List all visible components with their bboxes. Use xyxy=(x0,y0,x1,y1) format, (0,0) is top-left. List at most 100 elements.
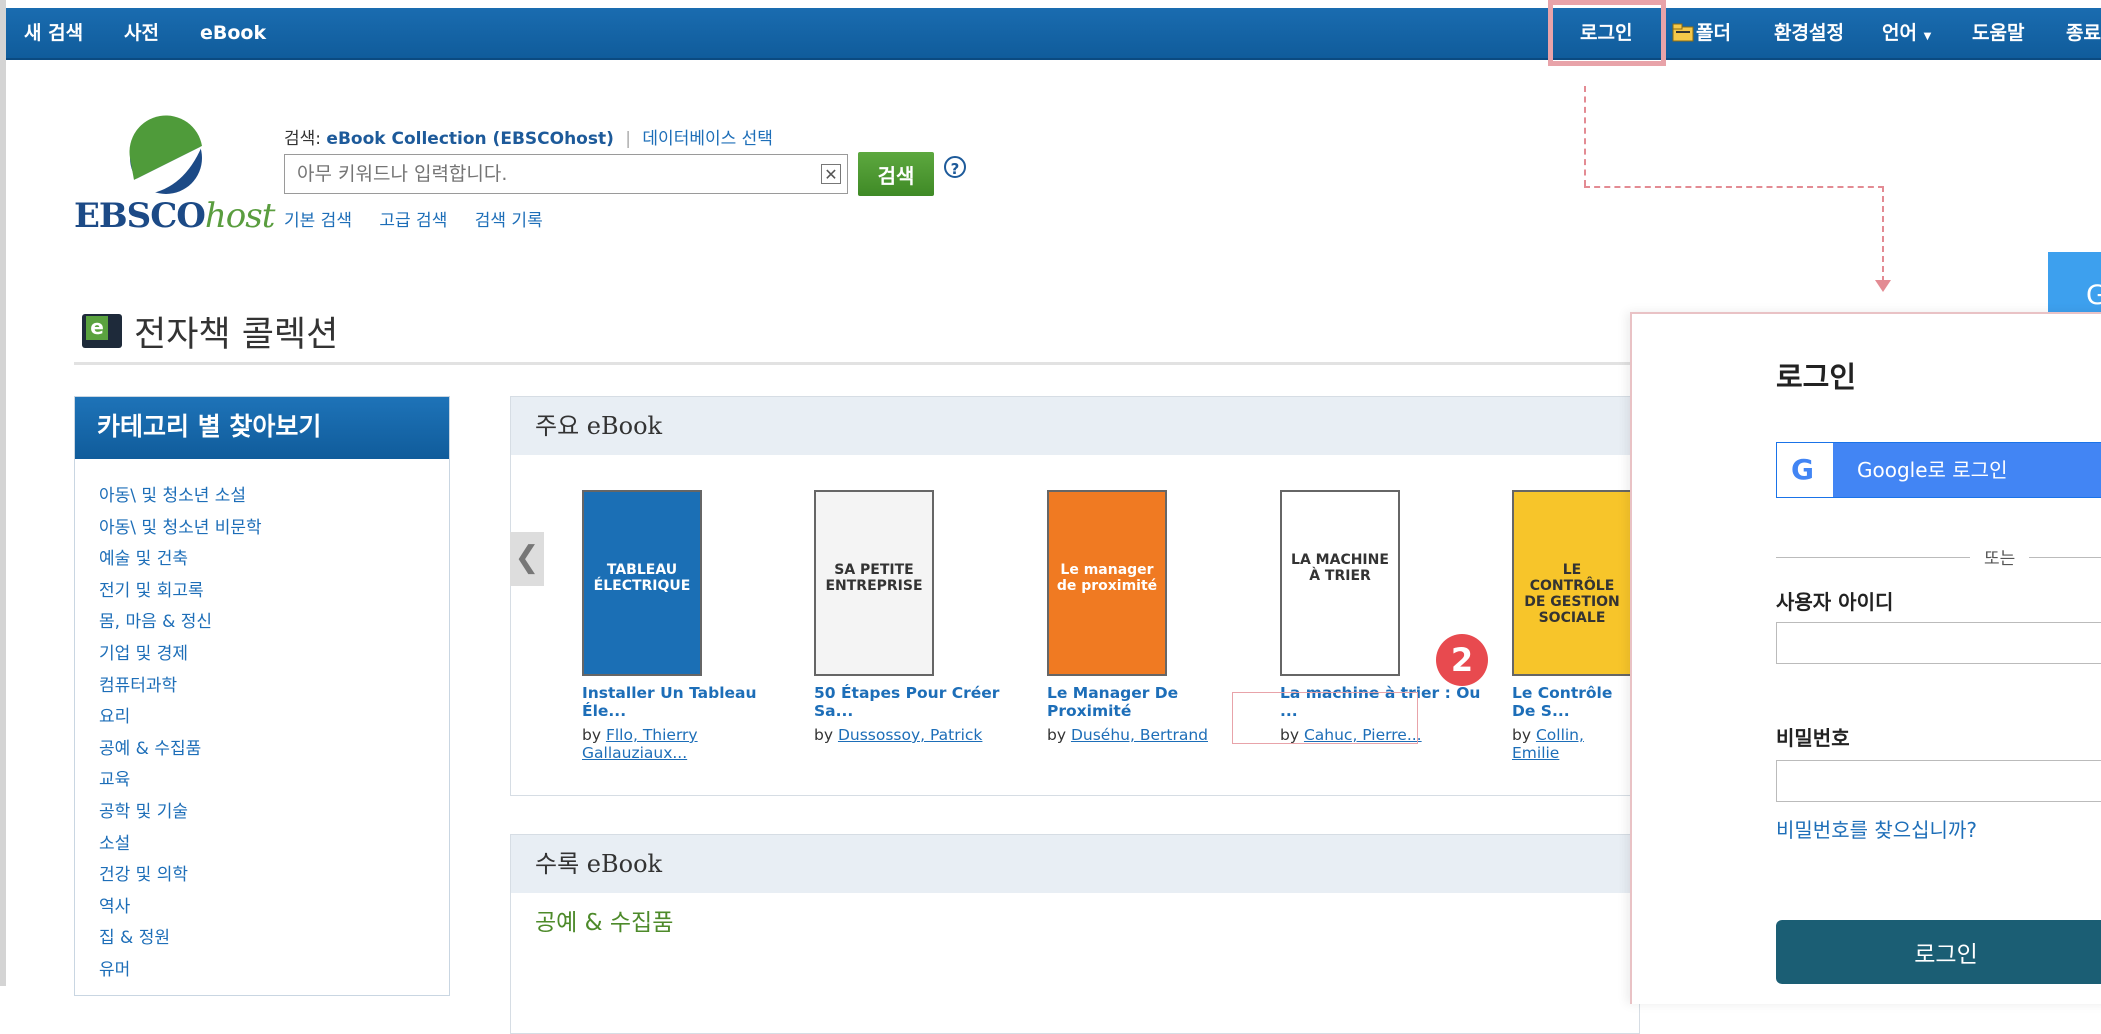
book-cover[interactable]: LA MACHINE À TRIER xyxy=(1280,490,1400,676)
book-cover-text: LA MACHINE À TRIER xyxy=(1291,552,1389,584)
search-database-name: eBook Collection (EBSCOhost) xyxy=(326,129,614,149)
category-item[interactable]: 몸, 마음 & 정신 xyxy=(99,607,449,639)
nav-language-label: 언어 xyxy=(1882,22,1917,44)
book-card[interactable]: SA PETITE ENTREPRISE 50 Étapes Pour Créer… xyxy=(814,490,1030,744)
search-prefix: 검색: xyxy=(284,129,322,149)
search-input[interactable] xyxy=(285,155,809,193)
sidebar-title: 카테고리 별 찾아보기 xyxy=(75,397,449,459)
basic-search-link[interactable]: 기본 검색 xyxy=(284,211,352,231)
category-item[interactable]: 소설 xyxy=(99,829,449,861)
book-title[interactable]: Installer Un Tableau Éle... xyxy=(582,684,798,720)
annotation-connector xyxy=(1584,186,1884,188)
or-divider-label: 또는 xyxy=(1970,544,2030,569)
clear-icon[interactable]: ✕ xyxy=(821,164,841,184)
book-byline: by Duséhu, Bertrand xyxy=(1047,726,1263,744)
login-panel: 로그인 G Google로 로그인 또는 사용자 아이디 비밀번호 비밀번호를 … xyxy=(1630,312,2101,1004)
nav-dictionary[interactable]: 사전 xyxy=(124,8,159,58)
book-highlight-box xyxy=(1232,692,1418,744)
category-item[interactable]: 공예 & 수집품 xyxy=(99,734,449,766)
category-item[interactable]: 예술 및 건축 xyxy=(99,544,449,576)
book-byline: by Dussossoy, Patrick xyxy=(814,726,1030,744)
category-item[interactable]: 전기 및 회고록 xyxy=(99,576,449,608)
book-title[interactable]: Le Manager De Proximité xyxy=(1047,684,1263,720)
search-links: 기본 검색 고급 검색 검색 기록 xyxy=(284,206,565,231)
featured-title: 주요 eBook xyxy=(511,397,1639,455)
book-cover-text: TABLEAU ÉLECTRIQUE xyxy=(593,562,691,594)
login-highlight-box xyxy=(1548,0,1666,66)
help-icon[interactable]: ? xyxy=(944,156,966,178)
folder-icon-svg xyxy=(1672,23,1694,42)
book-cover-text: Le manager de proximité xyxy=(1056,562,1158,594)
byline-prefix: by xyxy=(1047,726,1067,744)
book-cover[interactable]: LE CONTRÔLE DE GESTION SOCIALE xyxy=(1512,490,1632,676)
category-item[interactable]: 컴퓨터과학 xyxy=(99,671,449,703)
login-submit-button[interactable]: 로그인 xyxy=(1776,920,2101,984)
user-id-label: 사용자 아이디 xyxy=(1776,590,1894,614)
search-box: ✕ xyxy=(284,154,848,194)
book-title[interactable]: Le Contrôle De S... xyxy=(1512,684,1632,720)
collected-ebooks-panel: 수록 eBook 공예 & 수집품 xyxy=(510,834,1640,1034)
search-database-label: 검색: eBook Collection (EBSCOhost) | 데이터베이… xyxy=(284,124,773,149)
nav-language[interactable]: 언어 ▼ xyxy=(1882,8,1931,58)
book-cover-text: LE CONTRÔLE DE GESTION SOCIALE xyxy=(1524,562,1620,626)
byline-prefix: by xyxy=(814,726,834,744)
logo-brand-suffix: host xyxy=(204,196,275,236)
nav-folder[interactable]: 폴더 xyxy=(1696,8,1731,58)
category-item[interactable]: 역사 xyxy=(99,892,449,924)
forgot-password-link[interactable]: 비밀번호를 찾으십니까? xyxy=(1776,814,1977,843)
book-title[interactable]: 50 Étapes Pour Créer Sa... xyxy=(814,684,1030,720)
book-byline: by Fllo, Thierry Gallauziaux... xyxy=(582,726,798,762)
divider xyxy=(1776,557,2101,558)
category-item[interactable]: 기업 및 경제 xyxy=(99,639,449,671)
byline-prefix: by xyxy=(582,726,602,744)
folder-icon[interactable] xyxy=(1672,8,1694,58)
category-item[interactable]: 공학 및 기술 xyxy=(99,797,449,829)
book-author-link[interactable]: Dussossoy, Patrick xyxy=(838,726,982,744)
book-cover[interactable]: SA PETITE ENTREPRISE xyxy=(814,490,934,676)
password-input[interactable] xyxy=(1776,760,2101,802)
search-history-link[interactable]: 검색 기록 xyxy=(475,211,543,231)
annotation-connector xyxy=(1584,86,1586,186)
page-title: 전자책 콜렉션 xyxy=(134,315,339,355)
category-item[interactable]: 교육 xyxy=(99,765,449,797)
choose-database-link[interactable]: 데이터베이스 선택 xyxy=(642,129,773,149)
ebsco-logo-text: EBSCOhost xyxy=(74,196,275,236)
book-cover-text: SA PETITE ENTREPRISE xyxy=(825,562,923,594)
separator: | xyxy=(625,129,632,149)
search-button[interactable]: 검색 xyxy=(858,152,934,196)
category-item[interactable]: 아동\ 및 청소년 비문학 xyxy=(99,513,449,545)
annotation-connector xyxy=(1882,186,1884,282)
nav-help[interactable]: 도움말 xyxy=(1972,8,2024,58)
google-icon: G xyxy=(1777,443,1833,497)
advanced-search-link[interactable]: 고급 검색 xyxy=(379,211,447,231)
book-card[interactable]: Le manager de proximité Le Manager De Pro… xyxy=(1047,490,1263,744)
step-badge: 2 xyxy=(1436,634,1488,686)
nav-ebook[interactable]: eBook xyxy=(200,8,266,58)
category-item[interactable]: 건강 및 의학 xyxy=(99,860,449,892)
category-list: 아동\ 및 청소년 소설 아동\ 및 청소년 비문학 예술 및 건축 전기 및 … xyxy=(75,459,449,987)
book-byline: by Collin, Emilie xyxy=(1512,726,1632,762)
ebook-icon xyxy=(82,314,122,348)
google-g: G xyxy=(1791,453,1814,486)
category-item[interactable]: 집 & 정원 xyxy=(99,923,449,955)
byline-prefix: by xyxy=(1512,726,1532,744)
book-cover[interactable]: Le manager de proximité xyxy=(1047,490,1167,676)
password-label: 비밀번호 xyxy=(1776,726,1850,750)
nav-preferences[interactable]: 환경설정 xyxy=(1774,8,1844,58)
category-item[interactable]: 유머 xyxy=(99,955,449,987)
carousel-prev-button[interactable]: ❮ xyxy=(510,532,544,586)
chevron-down-icon: ▼ xyxy=(1923,31,1932,42)
category-item[interactable]: 아동\ 및 청소년 소설 xyxy=(99,481,449,513)
book-cover[interactable]: TABLEAU ÉLECTRIQUE xyxy=(582,490,702,676)
collected-title: 수록 eBook xyxy=(511,835,1639,893)
book-author-link[interactable]: Duséhu, Bertrand xyxy=(1071,726,1208,744)
category-item[interactable]: 요리 xyxy=(99,702,449,734)
nav-new-search[interactable]: 새 검색 xyxy=(24,8,83,58)
nav-exit[interactable]: 종료 xyxy=(2066,8,2101,58)
user-id-input[interactable] xyxy=(1776,622,2101,664)
side-tab-label: G xyxy=(2086,280,2101,311)
google-login-button[interactable]: G Google로 로그인 xyxy=(1776,442,2101,498)
logo-brand: EBSCO xyxy=(74,196,206,236)
category-sidebar: 카테고리 별 찾아보기 아동\ 및 청소년 소설 아동\ 및 청소년 비문학 예… xyxy=(74,396,450,996)
book-card[interactable]: TABLEAU ÉLECTRIQUE Installer Un Tableau É… xyxy=(582,490,798,762)
